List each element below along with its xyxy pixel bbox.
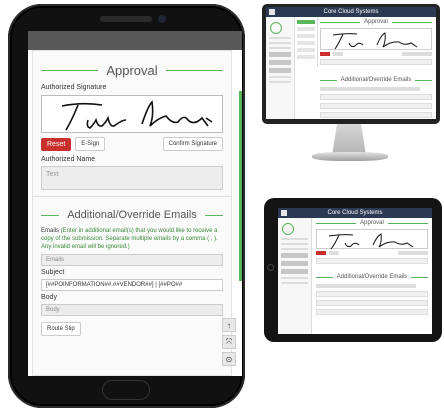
- authorized-signature-label: Authorized Signature: [41, 84, 107, 91]
- tablet-approval-heading: Approval: [360, 220, 384, 226]
- floating-action-icons: ↑ ⤧ ⊙: [222, 318, 236, 366]
- approval-form: Approval Authorized Signature Reset E-Si…: [32, 50, 232, 376]
- emails-input[interactable]: Emails: [41, 254, 223, 266]
- monitor-base: [312, 152, 388, 161]
- monitor-signature-drawing: [332, 32, 418, 50]
- device-mockup-scene: Approval Authorized Signature Reset E-Si…: [0, 0, 444, 412]
- monitor-header-bar: Core Cloud Systems: [266, 7, 436, 17]
- approval-section-title: Approval: [33, 51, 231, 84]
- signature-pad[interactable]: [41, 95, 223, 133]
- phone-device: Approval Authorized Signature Reset E-Si…: [8, 4, 245, 408]
- body-label: Body: [41, 294, 57, 301]
- route-slip-button[interactable]: Route Slip: [41, 322, 81, 336]
- scroll-indicator[interactable]: [239, 91, 242, 281]
- phone-home-button: [102, 380, 150, 400]
- emails-label: Emails: [41, 228, 60, 234]
- phone-speaker: [100, 16, 152, 22]
- signature-button-row: Reset E-Sign Confirm Signature: [41, 137, 223, 151]
- phone-top-bar: [28, 31, 242, 50]
- tablet-sidebar: [278, 218, 312, 334]
- emails-help: Emails (Enter in additional email(s) tha…: [33, 227, 231, 251]
- tablet-signature-pad[interactable]: [316, 229, 428, 250]
- authorized-name-input[interactable]: Text: [41, 166, 223, 190]
- phone-camera: [158, 15, 166, 23]
- logo-icon: [270, 22, 282, 34]
- monitor-approval-heading: Approval: [364, 19, 388, 25]
- subject-input[interactable]: [##POINFORMATION##.##VENDOR##] | [##PO##: [41, 279, 223, 291]
- subject-label: Subject: [41, 269, 65, 276]
- emails-help-text: (Enter in additional email(s) that you w…: [41, 228, 218, 250]
- tablet-approval-title: Approval: [316, 220, 428, 226]
- monitor-screen: Core Cloud Systems Approval Additional/O…: [266, 7, 436, 119]
- tablet-device: Core Cloud Systems Approval Additional/O…: [264, 198, 442, 342]
- arrow-up-icon[interactable]: ↑: [222, 318, 236, 332]
- tablet-logo-icon: [282, 223, 294, 235]
- tablet-app-title: Core Cloud Systems: [327, 210, 383, 216]
- emails-heading: Additional/Override Emails: [67, 209, 197, 221]
- monitor-emails-title: Additional/Override Emails: [320, 77, 433, 83]
- authorized-name-label: Authorized Name: [41, 156, 96, 163]
- tablet-emails-heading: Additional/Override Emails: [336, 274, 408, 280]
- monitor-sidebar: [266, 17, 295, 119]
- monitor-approval-title: Approval: [320, 19, 432, 25]
- desktop-monitor: Core Cloud Systems Approval Additional/O…: [262, 4, 440, 124]
- monitor-stand: [332, 124, 366, 154]
- approval-heading: Approval: [106, 63, 158, 78]
- monitor-nav-list: [295, 17, 318, 67]
- reset-button[interactable]: Reset: [41, 137, 72, 151]
- pdf-icon[interactable]: ⤧: [222, 335, 236, 349]
- tablet-header-bar: Core Cloud Systems: [278, 208, 432, 218]
- tablet-main: Approval Additional/Override Emails: [316, 220, 429, 318]
- monitor-emails-heading: Additional/Override Emails: [340, 77, 412, 83]
- body-input[interactable]: Body: [41, 304, 223, 316]
- emails-section-title: Additional/Override Emails: [33, 197, 231, 227]
- signature-drawing: [61, 100, 213, 131]
- esign-button[interactable]: E-Sign: [75, 137, 106, 151]
- monitor-signature-pad[interactable]: [320, 28, 432, 50]
- phone-screen: Approval Authorized Signature Reset E-Si…: [28, 31, 242, 376]
- monitor-app-title: Core Cloud Systems: [323, 9, 379, 15]
- gear-icon[interactable]: ⊙: [222, 352, 236, 366]
- tablet-screen: Core Cloud Systems Approval Additional/O…: [278, 208, 432, 334]
- tablet-signature-drawing: [328, 233, 414, 250]
- monitor-main: Approval Additional/Override Emails: [320, 19, 433, 118]
- confirm-signature-button[interactable]: Confirm Signature: [162, 137, 223, 151]
- tablet-emails-title: Additional/Override Emails: [316, 274, 429, 280]
- tablet-home-button: [267, 264, 274, 271]
